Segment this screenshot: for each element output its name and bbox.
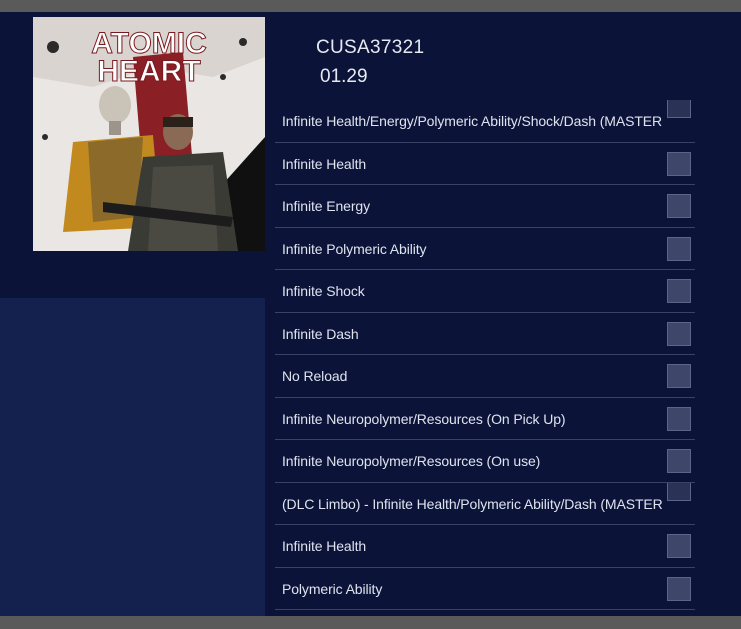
cheat-label: Infinite Dash xyxy=(282,325,359,342)
cheat-checkbox[interactable] xyxy=(667,406,691,431)
cheat-label: Infinite Energy xyxy=(282,198,370,214)
cheat-label: Polymeric Ability xyxy=(282,580,383,597)
cheat-checkbox[interactable] xyxy=(667,151,691,176)
cheat-checkbox[interactable] xyxy=(667,236,691,261)
cheat-label: Infinite Health/Energy/Polymeric Ability… xyxy=(282,113,663,129)
cheat-checkbox[interactable] xyxy=(667,534,691,558)
cheat-label: Infinite Neuropolymer/Resources (On Pick… xyxy=(282,410,566,427)
cheat-row[interactable]: Infinite Neuropolymer/Resources (On use) xyxy=(275,440,695,483)
trainer-window: ATOMIC HEART CUSA37321 01.29 Infinite He… xyxy=(0,12,741,616)
cheat-checkbox[interactable] xyxy=(667,321,691,346)
cheat-label: (DLC Limbo) - Infinite Health/Polymeric … xyxy=(282,495,663,512)
game-cover-art[interactable]: ATOMIC HEART xyxy=(33,17,265,251)
cheat-checkbox[interactable] xyxy=(667,449,691,473)
game-title-id: CUSA37321 xyxy=(316,37,425,58)
cheat-label: Infinite Shock xyxy=(282,283,365,299)
cheat-checkbox[interactable] xyxy=(667,100,691,118)
cheat-checkbox[interactable] xyxy=(667,279,691,303)
cheat-row[interactable]: Infinite Shock xyxy=(275,270,695,313)
cheat-label: Infinite Health xyxy=(282,538,367,554)
left-panel-top: ATOMIC HEART xyxy=(0,12,265,298)
cheat-row[interactable]: Infinite Energy xyxy=(275,185,695,228)
cheat-row-master[interactable]: (DLC Limbo) - Infinite Health/Polymeric … xyxy=(275,482,695,525)
cheat-checkbox[interactable] xyxy=(667,364,691,388)
cheat-row[interactable]: Infinite Health xyxy=(275,525,695,568)
cheat-checkbox[interactable] xyxy=(667,482,691,501)
cheat-label: Infinite Health xyxy=(282,155,367,172)
cheat-label: Infinite Neuropolymer/Resources (On use) xyxy=(282,453,541,469)
cheat-row[interactable]: Polymeric Ability xyxy=(275,568,695,610)
cheat-row[interactable]: Infinite Polymeric Ability xyxy=(275,228,695,270)
cheat-label: Infinite Polymeric Ability xyxy=(282,240,427,257)
cheat-label: No Reload xyxy=(282,368,348,384)
cheat-checkbox[interactable] xyxy=(667,576,691,601)
cheat-row-master[interactable]: Infinite Health/Energy/Polymeric Ability… xyxy=(275,100,695,143)
cheat-row[interactable]: Infinite Neuropolymer/Resources (On Pick… xyxy=(275,398,695,440)
cheat-row[interactable]: Infinite Health xyxy=(275,143,695,185)
game-version: 01.29 xyxy=(320,66,368,87)
cheat-list: Infinite Health/Energy/Polymeric Ability… xyxy=(275,100,695,610)
cheat-checkbox[interactable] xyxy=(667,194,691,218)
cheat-row[interactable]: Infinite Dash xyxy=(275,313,695,355)
cover-title-line2: HEART xyxy=(97,55,200,88)
left-panel-bottom xyxy=(0,298,265,616)
cheat-row[interactable]: No Reload xyxy=(275,355,695,398)
